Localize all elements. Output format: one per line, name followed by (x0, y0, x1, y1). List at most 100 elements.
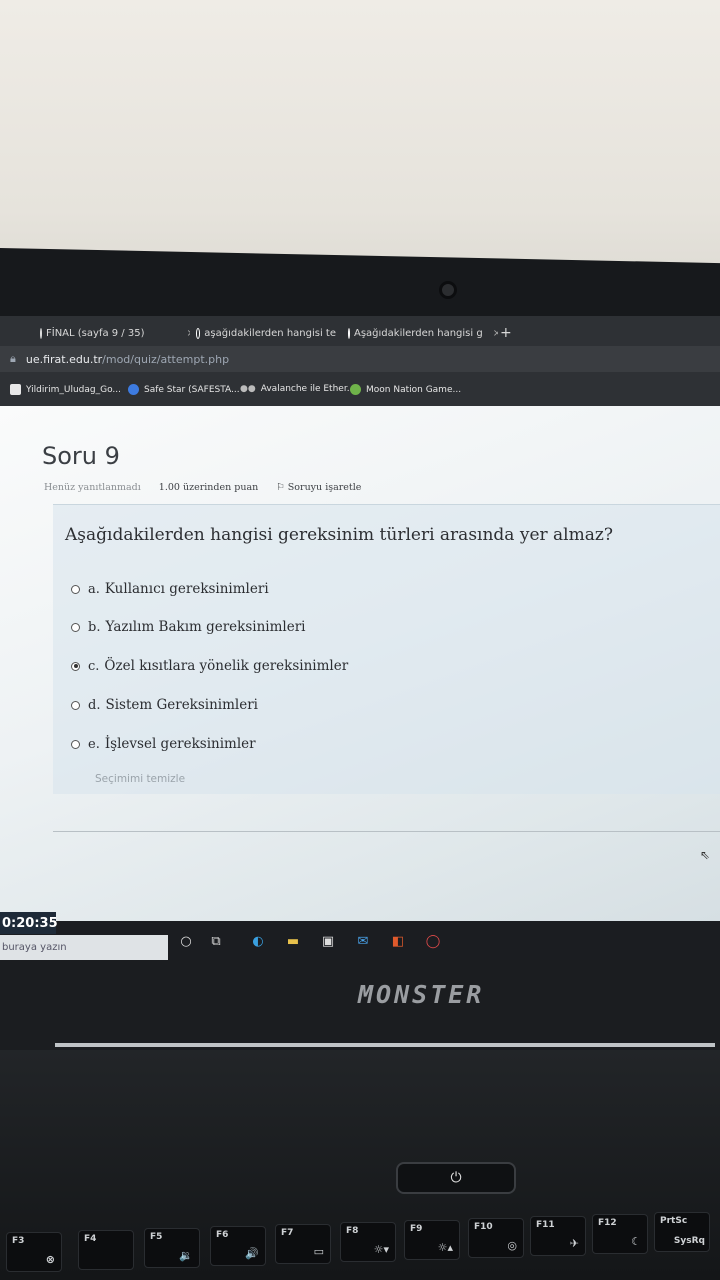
taskbar-search-input[interactable]: buraya yazın (0, 935, 168, 960)
avalanche-icon: ●● (240, 384, 256, 394)
opera-icon[interactable]: ◯ (423, 931, 443, 951)
key-prtsc[interactable]: PrtSc SysRq (654, 1212, 710, 1252)
key-label: F9 (410, 1224, 423, 1234)
key-symbol-icon: 🔉 (179, 1249, 193, 1262)
laptop-bezel: MONSTER (0, 960, 720, 1050)
question-title: Soru 9 (42, 442, 120, 470)
bookmark-item[interactable]: Moon Nation Game... (350, 384, 461, 395)
radio-button[interactable] (71, 700, 80, 710)
key-f9[interactable]: F9 ☼▴ (404, 1220, 460, 1260)
option-letter: b. (88, 619, 101, 635)
tab-final[interactable]: FİNAL (sayfa 9 / 35) × (40, 322, 190, 344)
key-label: F7 (281, 1228, 294, 1238)
option-letter: e. (88, 736, 100, 752)
store-icon[interactable]: ▣ (318, 931, 338, 951)
lock-icon: 🔒︎ (10, 352, 16, 365)
bookmark-item[interactable]: ●● Avalanche ile Ether... (240, 384, 355, 394)
key-label: F5 (150, 1232, 163, 1242)
option-text: İşlevsel gereksinimler (104, 736, 256, 752)
question-points: 1.00 üzerinden puan (158, 482, 259, 493)
quiz-timer: 0:20:35 (0, 912, 58, 934)
key-f11[interactable]: F11 ✈ (530, 1216, 586, 1256)
key-f7[interactable]: F7 ▭ (275, 1224, 331, 1264)
office-icon[interactable]: ◧ (388, 931, 408, 951)
clear-choice-link[interactable]: Seçimimi temizle (95, 773, 185, 785)
key-f5[interactable]: F5 🔉 (144, 1228, 200, 1268)
key-symbol-icon: ☼▴ (437, 1241, 453, 1254)
key-f6[interactable]: F6 🔊 (210, 1226, 266, 1266)
bookmark-item[interactable]: Yildirim_Uludag_Go... (10, 384, 121, 395)
radio-button[interactable] (71, 622, 80, 632)
answer-option-c[interactable]: c. Özel kısıtlara yönelik gereksinimler (71, 658, 348, 674)
key-f12[interactable]: F12 ☾ (592, 1214, 648, 1254)
mail-icon[interactable]: ✉ (353, 931, 373, 951)
question-text: Aşağıdakilerden hangisi gereksinim türle… (65, 525, 613, 545)
cortana-icon[interactable]: ○ (176, 931, 196, 951)
radio-button[interactable] (71, 739, 80, 749)
task-view-icon[interactable]: ⧉ (206, 931, 226, 951)
address-bar[interactable]: 🔒︎ ue.firat.edu.tr/mod/quiz/attempt.php (0, 346, 720, 372)
google-icon (348, 327, 350, 339)
url-host: ue.firat.edu.tr (25, 352, 103, 366)
question-box: Aşağıdakilerden hangisi gereksinim türle… (53, 504, 720, 794)
laptop-screen: FİNAL (sayfa 9 / 35) × aşağıdakilerden h… (0, 316, 720, 960)
radio-button[interactable] (71, 584, 80, 594)
bookmark-label: Avalanche ile Ether... (260, 384, 356, 394)
option-letter: d. (88, 697, 101, 713)
option-text: Özel kısıtlara yönelik gereksinimler (104, 658, 349, 674)
option-text: Kullanıcı gereksinimleri (104, 581, 269, 597)
key-label: F4 (84, 1234, 97, 1244)
key-label: F3 (12, 1236, 25, 1246)
tab-search-2[interactable]: Aşağıdakilerden hangisi g × (348, 322, 498, 344)
answer-option-a[interactable]: a. Kullanıcı gereksinimleri (71, 581, 269, 597)
key-symbol-icon: ✈ (569, 1237, 579, 1250)
key-symbol-icon: ⊗ (45, 1253, 55, 1266)
divider (53, 831, 720, 832)
new-tab-button[interactable]: + (500, 322, 512, 344)
windows-taskbar: buraya yazın ○ ⧉ ◐ ▬ ▣ ✉ ◧ ◯ (0, 921, 720, 960)
key-label: F6 (216, 1230, 229, 1240)
option-letter: c. (88, 658, 100, 674)
option-text: Sistem Gereksinimleri (105, 697, 259, 713)
key-f8[interactable]: F8 ☼▾ (340, 1222, 396, 1262)
tab-label: Aşağıdakilerden hangisi g (354, 327, 483, 339)
answer-option-d[interactable]: d. Sistem Gereksinimleri (71, 697, 258, 713)
radio-button-selected[interactable] (71, 661, 80, 671)
key-f3[interactable]: F3 ⊗ (6, 1232, 62, 1272)
hinge-strip (55, 1043, 715, 1047)
answer-option-e[interactable]: e. İşlevsel gereksinimler (71, 736, 256, 752)
key-label: PrtSc (660, 1216, 688, 1226)
power-button[interactable]: ⏻ (396, 1162, 516, 1194)
key-symbol-icon: ▭ (313, 1245, 324, 1258)
bookmark-label: Yildirim_Uludag_Go... (26, 384, 121, 395)
tab-close-icon[interactable]: × (186, 328, 190, 339)
tab-label: aşağıdakilerden hangisi te (204, 327, 336, 339)
safestar-icon (128, 384, 139, 395)
key-label: F10 (474, 1222, 493, 1232)
key-symbol-icon: ☾ (631, 1235, 641, 1248)
key-label: F11 (536, 1220, 555, 1230)
flag-icon: ⚐ (276, 482, 288, 493)
key-symbol-icon: ☼▾ (373, 1243, 389, 1256)
key-symbol-icon: 🔊 (245, 1247, 259, 1260)
brand-logo: MONSTER (358, 980, 485, 1009)
key-label: F12 (598, 1218, 617, 1228)
tab-close-icon[interactable]: × (493, 328, 498, 339)
key-label: F8 (346, 1226, 359, 1236)
edge-icon[interactable]: ◐ (248, 931, 268, 951)
key-symbol-icon: ◎ (507, 1239, 517, 1252)
key-f10[interactable]: F10 ◎ (468, 1218, 524, 1258)
bookmark-label: Safe Star (SAFESTA... (144, 384, 240, 395)
tab-search-1[interactable]: aşağıdakilerden hangisi te (196, 322, 336, 344)
moon-nation-icon (350, 384, 361, 395)
webcam (439, 281, 457, 299)
page-icon (10, 384, 21, 395)
bookmark-item[interactable]: Safe Star (SAFESTA... (128, 384, 240, 395)
file-explorer-icon[interactable]: ▬ (283, 931, 303, 951)
answer-option-b[interactable]: b. Yazılım Bakım gereksinimleri (71, 619, 306, 635)
tab-favicon-icon (40, 327, 42, 339)
flag-question-link[interactable]: ⚐ Soruyu işaretle (276, 482, 361, 493)
key-f4[interactable]: F4 (78, 1230, 134, 1270)
flag-label: Soruyu işaretle (287, 482, 362, 493)
bookmark-label: Moon Nation Game... (366, 384, 462, 395)
